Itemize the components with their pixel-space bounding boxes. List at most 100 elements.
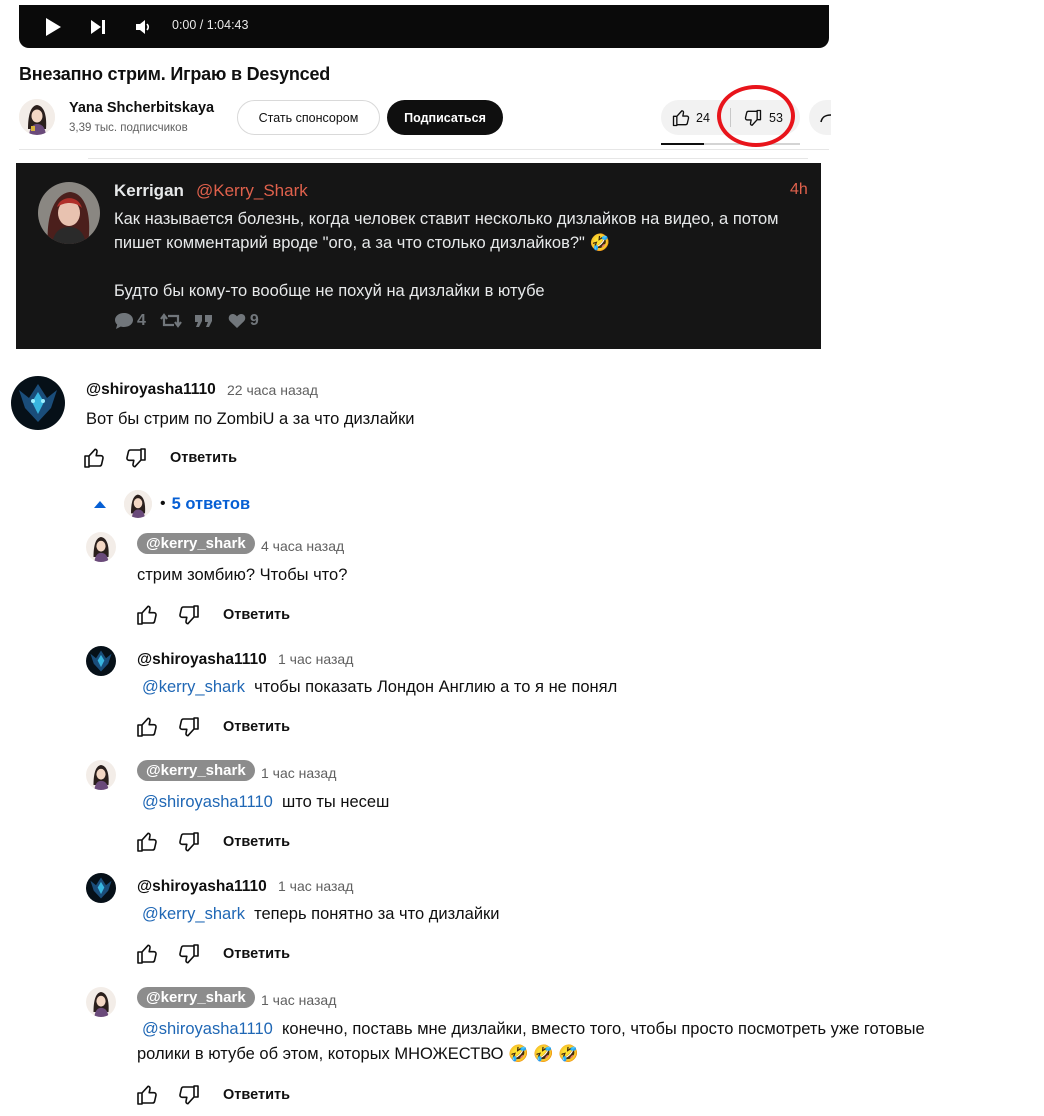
reply-avatar[interactable] xyxy=(86,987,116,1017)
time-display: 0:00 / 1:04:43 xyxy=(172,18,249,32)
thumbs-up-icon[interactable] xyxy=(135,830,159,854)
subscriber-count: 3,39 тыс. подписчиков xyxy=(69,122,188,134)
mention-link[interactable]: @shiroyasha1110 xyxy=(142,1020,273,1038)
reply-button[interactable]: Ответить xyxy=(223,1087,290,1103)
thumbs-up-icon[interactable] xyxy=(135,942,159,966)
reply-text-body: чтобы показать Лондон Англию а то я не п… xyxy=(254,678,618,696)
thumbs-down-icon[interactable] xyxy=(177,1083,201,1107)
share-button[interactable] xyxy=(809,100,831,135)
tweet-time: 4h xyxy=(790,181,808,198)
commenter-avatar[interactable] xyxy=(11,376,65,430)
channel-name[interactable]: Yana Shcherbitskaya xyxy=(69,100,214,116)
thumbs-up-icon[interactable] xyxy=(82,446,106,470)
video-player-controls: 0:00 / 1:04:43 xyxy=(19,5,829,48)
reply-actions: Ответить xyxy=(135,942,290,966)
reply-avatar[interactable] xyxy=(86,760,116,790)
like-count: 24 xyxy=(696,110,710,125)
reply-button[interactable]: Ответить xyxy=(223,946,290,962)
reply-time[interactable]: 1 час назад xyxy=(261,992,336,1008)
comment-author[interactable]: @shiroyasha1110 xyxy=(86,381,216,399)
reply-text-body: што ты несеш xyxy=(281,793,390,811)
mention-link[interactable]: @kerry_shark xyxy=(142,678,245,696)
reply-time[interactable]: 4 часа назад xyxy=(261,538,344,554)
tweet-text-paragraph: Будто бы кому-то вообще не похуй на дизл… xyxy=(114,282,545,300)
thumbs-down-icon[interactable] xyxy=(177,603,201,627)
thumbs-down-icon[interactable] xyxy=(177,942,201,966)
reply-text-continued: ролики в ютубе об этом, которых МНОЖЕСТВ… xyxy=(137,1042,579,1067)
creator-avatar xyxy=(124,490,152,518)
sponsor-button[interactable]: Стать спонсором xyxy=(237,100,380,135)
reply-button[interactable]: Ответить xyxy=(223,607,290,623)
reply-author[interactable]: @shiroyasha1110 xyxy=(137,651,267,669)
reply-actions: Ответить xyxy=(135,830,290,854)
reply-avatar[interactable] xyxy=(86,873,116,903)
tweet-author-handle[interactable]: @Kerry_Shark xyxy=(196,181,308,201)
reply-text-body: теперь понятно за что дизлайки xyxy=(254,905,500,923)
reply-text-body: стрим зомбию? Чтобы что? xyxy=(137,566,348,584)
thumbs-up-icon[interactable] xyxy=(135,715,159,739)
mention-link[interactable]: @shiroyasha1110 xyxy=(142,793,273,811)
channel-avatar[interactable] xyxy=(19,99,55,135)
replies-toggle[interactable]: • 5 ответов xyxy=(92,490,250,518)
video-title: Внезапно стрим. Играю в Desynced xyxy=(19,64,331,84)
thumbs-down-icon[interactable] xyxy=(177,830,201,854)
tweet-like-button[interactable]: 9 xyxy=(228,312,259,330)
play-icon[interactable] xyxy=(42,16,64,38)
reply-text: @kerry_shark чтобы показать Лондон Англи… xyxy=(142,675,617,700)
separator-dot: • xyxy=(160,495,166,512)
thumbs-down-icon[interactable] xyxy=(124,446,148,470)
reply-text-body: конечно, поставь мне дизлайки, вместо то… xyxy=(281,1020,925,1038)
tweet-retweet-button[interactable] xyxy=(160,312,182,330)
reply-button[interactable]: Ответить xyxy=(223,834,290,850)
comment-time[interactable]: 22 часа назад xyxy=(227,382,318,398)
thumbs-down-icon[interactable] xyxy=(177,715,201,739)
tweet-avatar xyxy=(38,182,100,244)
reply-button[interactable]: Ответить xyxy=(170,450,237,466)
tweet-text: Как называется болезнь, когда человек ст… xyxy=(114,207,804,303)
volume-icon[interactable] xyxy=(132,16,154,38)
reply-time[interactable]: 1 час назад xyxy=(261,765,336,781)
subscribe-button[interactable]: Подписаться xyxy=(387,100,503,135)
heart-icon xyxy=(228,314,246,328)
like-ratio-fill xyxy=(661,143,705,145)
tweet-quote-button[interactable] xyxy=(194,312,214,330)
speech-bubble-icon xyxy=(115,313,133,329)
tweet-like-count: 9 xyxy=(249,312,259,329)
reply-avatar[interactable] xyxy=(86,532,116,562)
replies-count: 5 ответов xyxy=(171,494,251,513)
tweet-reply-count: 4 xyxy=(137,312,146,329)
next-icon[interactable] xyxy=(87,16,109,38)
reply-time[interactable]: 1 час назад xyxy=(278,651,353,667)
reply-text: @shiroyasha1110 што ты несеш xyxy=(142,790,389,815)
comment-text: Вот бы стрим по ZombiU а за что дизлайки xyxy=(86,410,415,428)
divider xyxy=(19,149,829,150)
reply-text-body: ролики в ютубе об этом, которых МНОЖЕСТВ… xyxy=(137,1045,579,1063)
share-icon xyxy=(820,114,831,123)
reply-time[interactable]: 1 час назад xyxy=(278,878,353,894)
reply-actions: Ответить xyxy=(135,1083,290,1107)
like-ratio-bar xyxy=(661,143,800,145)
comment-actions: Ответить xyxy=(82,446,237,470)
embedded-tweet: Kerrigan @Kerry_Shark 4h Как называется … xyxy=(16,163,821,349)
tweet-text-paragraph: Как называется болезнь, когда человек ст… xyxy=(114,210,779,252)
reply-author[interactable]: @shiroyasha1110 xyxy=(137,878,267,896)
reply-author[interactable]: @kerry_shark xyxy=(137,760,255,781)
reply-author[interactable]: @kerry_shark xyxy=(137,533,255,554)
thumbs-up-icon xyxy=(672,109,690,126)
tweet-actions: 4 9 xyxy=(114,311,259,331)
reply-actions: Ответить xyxy=(135,603,290,627)
thumbs-up-icon[interactable] xyxy=(135,603,159,627)
reply-author[interactable]: @kerry_shark xyxy=(137,987,255,1008)
reply-actions: Ответить xyxy=(135,715,290,739)
chevron-up-icon xyxy=(94,500,106,508)
thumbs-up-icon[interactable] xyxy=(135,1083,159,1107)
reply-avatar[interactable] xyxy=(86,646,116,676)
quote-icon xyxy=(194,315,212,327)
tweet-author-name: Kerrigan xyxy=(114,181,184,200)
tweet-reply-button[interactable]: 4 xyxy=(114,312,146,330)
mention-link[interactable]: @kerry_shark xyxy=(142,905,245,923)
reply-text: стрим зомбию? Чтобы что? xyxy=(137,563,347,588)
reply-text: @shiroyasha1110 конечно, поставь мне диз… xyxy=(142,1017,1032,1042)
divider xyxy=(88,158,808,159)
reply-button[interactable]: Ответить xyxy=(223,719,290,735)
